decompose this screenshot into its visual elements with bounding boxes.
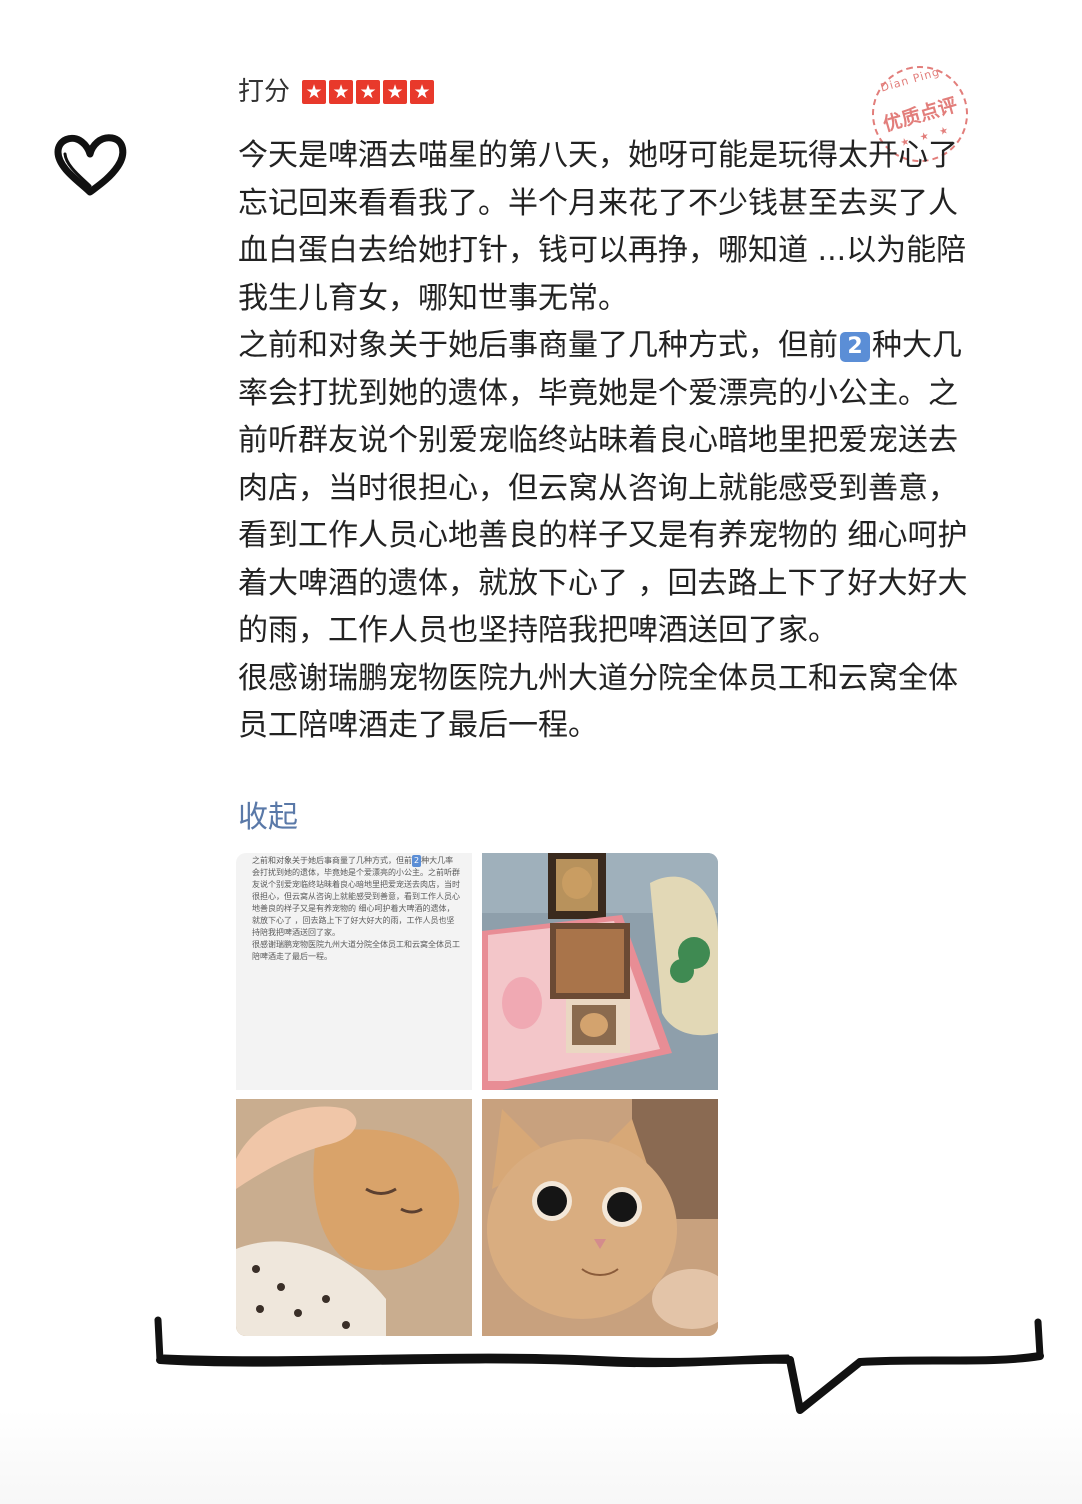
rating-label: 打分 [238,77,291,107]
star-icon: ★ [329,80,354,104]
screenshot-badge-icon: 2 [412,855,422,867]
review-text-screenshot-thumbnail[interactable]: 之前和对象关于她后事商量了几种方式，但前 2 种大几率会打扰到她的遗体，毕竟她是个爱… [236,853,472,1090]
star-icon: ★ [356,80,381,104]
review-paragraph-2-end: 种大几率会打扰到她的遗体，毕竟她是个爱漂亮的小公主。之前听群友说个别爱宠临终站昧… [238,328,968,648]
screenshot-text-end: 种大几率会打扰到她的遗体，毕竟她是个爱漂亮的小公主。之前听群友说个别爱宠临终站昧… [252,856,460,937]
star-icon: ★ [410,80,435,104]
review-paragraph-2: 之前和对象关于她后事商量了几种方式，但前 2 种大几率会打扰到她的遗体，毕竟她是个爱… [238,322,968,655]
collapse-button[interactable]: 收起 [238,796,298,840]
review-paragraph-1: 今天是啤酒去喵星的第八天，她呀可能是玩得太开心了 忘记回来看看我了。半个月来花了… [238,138,967,316]
memorial-frame-photo[interactable] [482,853,718,1090]
speech-bubble-scribble [154,1316,1044,1414]
screenshot-text-start: 之前和对象关于她后事商量了几种方式，但前 [252,856,412,865]
review-paragraph-3: 很感谢瑞鹏宠物医院九州大道分院全体员工和云窝全体员工陪啤酒走了最后一程。 [238,660,958,744]
screenshot-paragraph-1: 之前和对象关于她后事商量了几种方式，但前 2 种大几率会打扰到她的遗体，毕竟她是个爱… [252,855,460,939]
number-two-badge-icon: 2 [840,332,870,362]
star-rating: ★ ★ ★ ★ ★ [302,80,435,104]
review-paragraph-2-start: 之前和对象关于她后事商量了几种方式，但前 [238,328,838,363]
heart-icon [54,134,127,196]
memorial-frame-illustration [482,853,718,1090]
review-body: 今天是啤酒去喵星的第八天，她呀可能是玩得太开心了 忘记回来看看我了。半个月来花了… [238,132,968,750]
screenshot-text: 之前和对象关于她后事商量了几种方式，但前 2 种大几率会打扰到她的遗体，毕竟她是个爱… [252,855,460,963]
rating-row: 打分 ★ ★ ★ ★ ★ [238,72,435,112]
star-icon: ★ [302,80,327,104]
screenshot-paragraph-2: 很感谢瑞鹏宠物医院九州大道分院全体员工和云窝全体员工陪啤酒走了最后一程。 [252,940,460,961]
star-icon: ★ [383,80,408,104]
photo-grid: 之前和对象关于她后事商量了几种方式，但前 2 种大几率会打扰到她的遗体，毕竟她是个爱… [236,853,718,1336]
